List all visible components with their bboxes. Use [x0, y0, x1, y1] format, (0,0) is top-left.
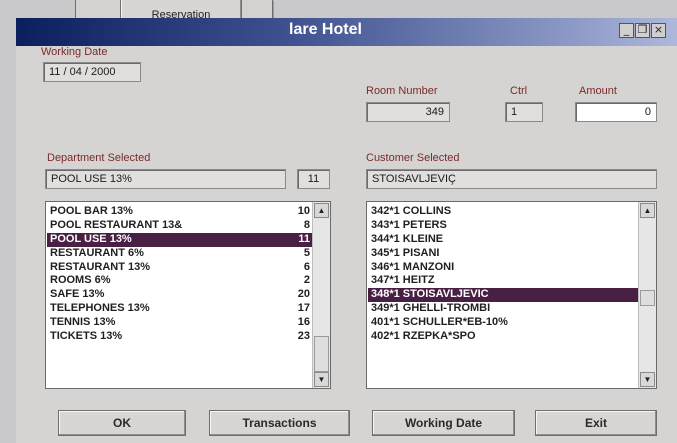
customer-list-item[interactable]: 343*1 PETERS — [368, 219, 638, 233]
department-list-item[interactable]: TELEPHONES 13% 17 — [47, 302, 312, 316]
department-code: 5 — [303, 246, 310, 259]
customer-list-item[interactable]: 348*1 STOISAVLJEVIC — [368, 288, 638, 303]
department-code: 20 — [297, 288, 310, 301]
customer-list-item[interactable]: 346*1 MANZONI — [368, 261, 638, 275]
department-list-item[interactable]: POOL USE 13% 11 — [47, 232, 312, 247]
department-code: 17 — [297, 302, 310, 315]
working-date-field: 11 / 04 / 2000 — [43, 62, 141, 82]
scroll-thumb[interactable] — [314, 336, 329, 372]
department-selected-label: Department Selected — [47, 152, 151, 164]
department-name: TENNIS 13% — [50, 316, 116, 329]
working-date-label: Working Date — [41, 46, 108, 58]
department-name: RESTAURANT 6% — [50, 246, 144, 259]
ctrl-label: Ctrl — [510, 85, 528, 97]
customer-list-item[interactable]: 342*1 COLLINS — [368, 205, 638, 219]
customer-selected-field: STOISAVLJEVIÇ — [366, 169, 657, 189]
scroll-up-icon[interactable]: ▲ — [640, 203, 655, 218]
department-list-item[interactable]: ROOMS 6% 2 — [47, 274, 312, 288]
department-code: 10 — [297, 205, 310, 217]
customer-list[interactable]: 342*1 COLLINS 343*1 PETERS 344*1 KLEINE 345… — [366, 201, 657, 389]
transactions-button[interactable]: Transactions — [209, 410, 350, 436]
restore-icon[interactable]: ❐ — [635, 23, 650, 38]
department-selected-field: POOL USE 13% — [45, 169, 286, 189]
department-code: 2 — [303, 274, 310, 287]
scroll-up-icon[interactable]: ▲ — [314, 203, 329, 218]
close-icon[interactable]: × — [651, 23, 666, 38]
department-list-item[interactable]: RESTAURANT 6% 5 — [47, 247, 312, 261]
window-titlebar[interactable]: lare Hotel _ ❐ × — [16, 18, 677, 46]
customer-list-item[interactable]: 347*1 HEITZ — [368, 274, 638, 288]
minimize-icon[interactable]: _ — [619, 23, 634, 38]
main-window: Working Date 11 / 04 / 2000 Room Number … — [16, 46, 677, 443]
scroll-thumb[interactable] — [640, 290, 655, 306]
department-list-item[interactable]: TENNIS 13% 16 — [47, 316, 312, 330]
department-list-item[interactable]: POOL BAR 13% 10 — [47, 205, 312, 219]
amount-input[interactable]: 0 — [575, 102, 657, 122]
department-code: 8 — [303, 218, 310, 231]
department-name: ROOMS 6% — [50, 274, 111, 287]
department-scrollbar[interactable]: ▲ ▼ — [312, 202, 330, 388]
working-date-button[interactable]: Working Date — [372, 410, 515, 436]
amount-label: Amount — [579, 85, 617, 97]
department-name: RESTAURANT 13% — [50, 260, 151, 273]
department-code: 6 — [303, 260, 310, 273]
department-code: 16 — [297, 316, 310, 329]
room-number-label: Room Number — [366, 85, 438, 97]
customer-list-item[interactable]: 344*1 KLEINE — [368, 233, 638, 247]
exit-button[interactable]: Exit — [535, 410, 657, 436]
department-list-item[interactable]: RESTAURANT 13% 6 — [47, 261, 312, 275]
customer-list-item[interactable]: 402*1 RZEPKA*SPO — [368, 330, 638, 344]
customer-list-item[interactable]: 345*1 PISANI — [368, 247, 638, 261]
window-title: lare Hotel — [289, 21, 362, 38]
department-name: SAFE 13% — [50, 288, 105, 301]
department-list-item[interactable]: SAFE 13% 20 — [47, 288, 312, 302]
scroll-down-icon[interactable]: ▼ — [314, 372, 329, 387]
department-code: 23 — [297, 330, 310, 343]
customer-list-item[interactable]: 401*1 SCHULLER*EB-10% — [368, 316, 638, 330]
department-code-field: 11 — [297, 169, 330, 189]
department-name: POOL USE 13% — [50, 232, 132, 245]
department-name: TICKETS 13% — [50, 330, 123, 343]
customer-scrollbar[interactable]: ▲ ▼ — [638, 202, 656, 388]
customer-selected-label: Customer Selected — [366, 152, 460, 164]
ok-button[interactable]: OK — [58, 410, 186, 436]
department-list[interactable]: POOL BAR 13% 10 POOL RESTAURANT 13& 8 POOL U… — [45, 201, 331, 389]
department-list-item[interactable]: TICKETS 13% 23 — [47, 330, 312, 344]
department-list-item[interactable]: POOL RESTAURANT 13& 8 — [47, 219, 312, 233]
department-name: TELEPHONES 13% — [50, 302, 150, 315]
ctrl-field: 1 — [505, 102, 543, 122]
department-name: POOL RESTAURANT 13& — [50, 218, 183, 231]
department-name: POOL BAR 13% — [50, 205, 133, 217]
customer-list-item[interactable]: 349*1 GHELLI-TROMBI — [368, 302, 638, 316]
room-number-field: 349 — [366, 102, 450, 122]
scroll-down-icon[interactable]: ▼ — [640, 372, 655, 387]
department-code: 11 — [298, 232, 310, 245]
